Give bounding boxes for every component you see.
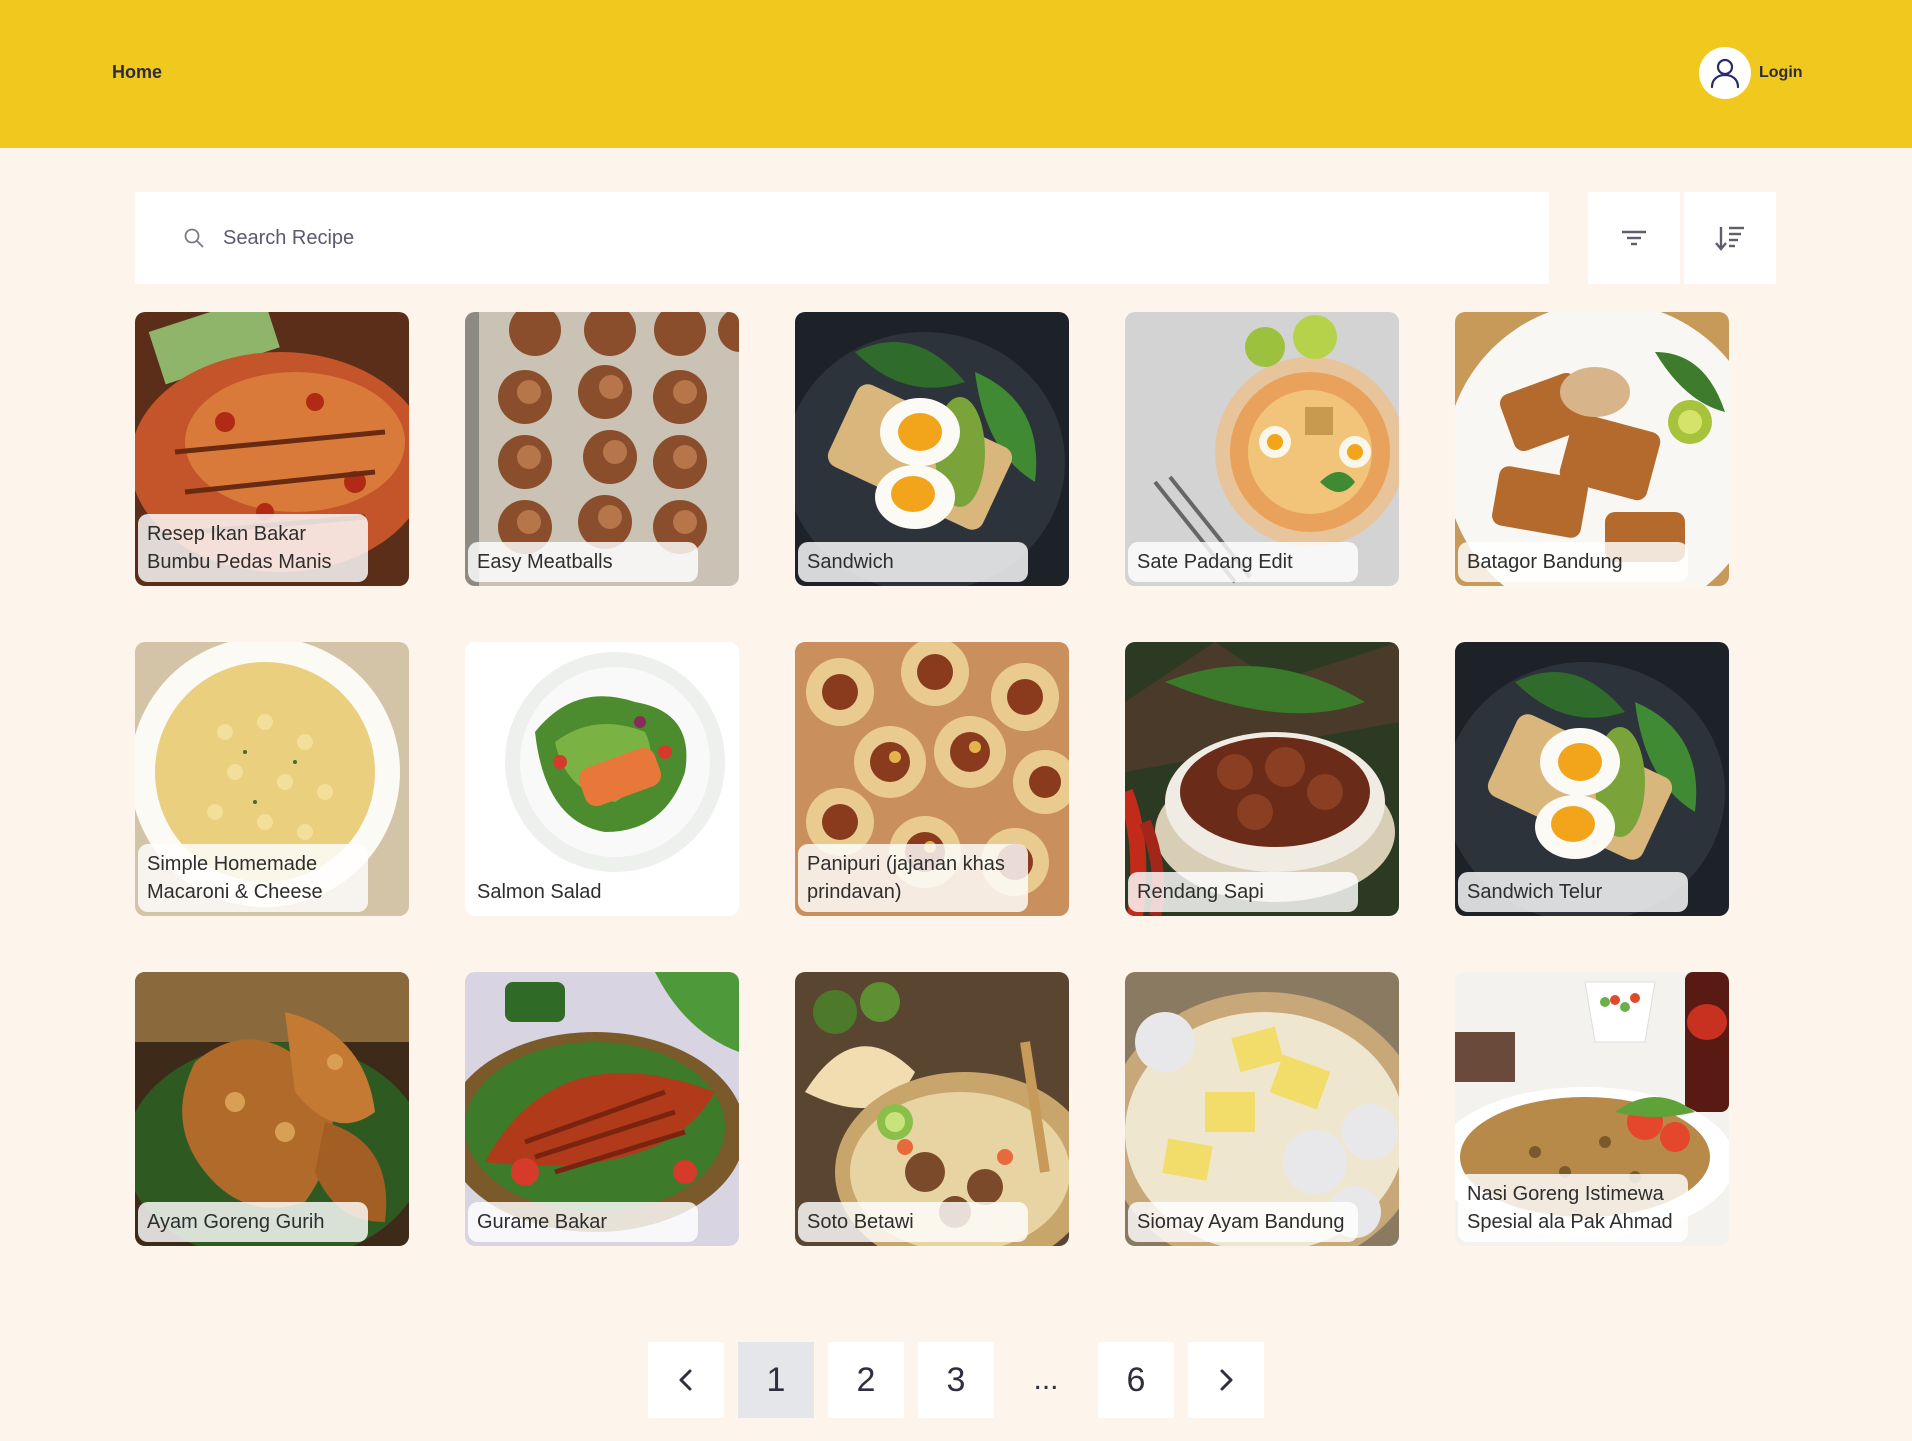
avatar [1699,47,1751,99]
filter-button[interactable] [1588,192,1680,284]
chevron-left-icon [679,1369,692,1391]
login-label: Login [1759,64,1803,81]
recipe-title: Nasi Goreng Istimewa Spesial ala Pak Ahm… [1458,1174,1688,1242]
page-button[interactable]: 2 [828,1342,904,1418]
search-input[interactable] [223,226,1423,250]
recipe-card[interactable]: Resep Ikan Bakar Bumbu Pedas Manis [135,312,409,586]
sort-button[interactable] [1684,192,1776,284]
recipe-title: Rendang Sapi [1128,872,1358,912]
recipe-card[interactable]: Salmon Salad [465,642,739,916]
page-button[interactable]: 1 [738,1342,814,1418]
top-navbar: Home Login [0,0,1912,148]
recipe-title: Sandwich Telur [1458,872,1688,912]
recipe-card[interactable]: Sate Padang Edit [1125,312,1399,586]
recipe-card[interactable]: Sandwich Telur [1455,642,1729,916]
page-button[interactable]: 3 [918,1342,994,1418]
recipe-card[interactable]: Rendang Sapi [1125,642,1399,916]
recipe-title: Siomay Ayam Bandung [1128,1202,1358,1242]
sort-descending-icon [1715,226,1744,251]
recipe-card[interactable]: Simple Homemade Macaroni & Cheese [135,642,409,916]
prev-page-button[interactable] [648,1342,724,1418]
page-ellipsis: ... [1033,1363,1059,1396]
recipe-title: Salmon Salad [468,872,698,912]
recipe-title: Ayam Goreng Gurih [138,1202,368,1242]
filter-icon [1622,230,1646,246]
search-icon [184,228,204,248]
recipe-title: Easy Meatballs [468,542,698,582]
recipe-title: Simple Homemade Macaroni & Cheese [138,844,368,912]
recipe-card[interactable]: Panipuri (jajanan khas prindavan) [795,642,1069,916]
recipe-card[interactable]: Sandwich [795,312,1069,586]
recipe-title: Soto Betawi [798,1202,1028,1242]
recipe-title: Sate Padang Edit [1128,542,1358,582]
page-button[interactable]: 6 [1098,1342,1174,1418]
recipe-card[interactable]: Soto Betawi [795,972,1069,1246]
user-icon [1710,58,1740,89]
recipe-card[interactable]: Nasi Goreng Istimewa Spesial ala Pak Ahm… [1455,972,1729,1246]
recipe-title: Resep Ikan Bakar Bumbu Pedas Manis [138,514,368,582]
recipe-title: Sandwich [798,542,1028,582]
recipe-card[interactable]: Easy Meatballs [465,312,739,586]
pagination: 1 2 3 ... 6 [0,1342,1912,1418]
recipe-card[interactable]: Siomay Ayam Bandung [1125,972,1399,1246]
recipe-title: Batagor Bandung [1458,542,1688,582]
recipe-card[interactable]: Batagor Bandung [1455,312,1729,586]
recipe-title: Gurame Bakar [468,1202,698,1242]
recipe-card[interactable]: Gurame Bakar [465,972,739,1246]
login-button[interactable]: Login [1699,47,1803,99]
recipe-card[interactable]: Ayam Goreng Gurih [135,972,409,1246]
next-page-button[interactable] [1188,1342,1264,1418]
recipe-title: Panipuri (jajanan khas prindavan) [798,844,1028,912]
search-bar [135,192,1549,284]
chevron-right-icon [1220,1369,1233,1391]
nav-home-link[interactable]: Home [112,62,162,83]
